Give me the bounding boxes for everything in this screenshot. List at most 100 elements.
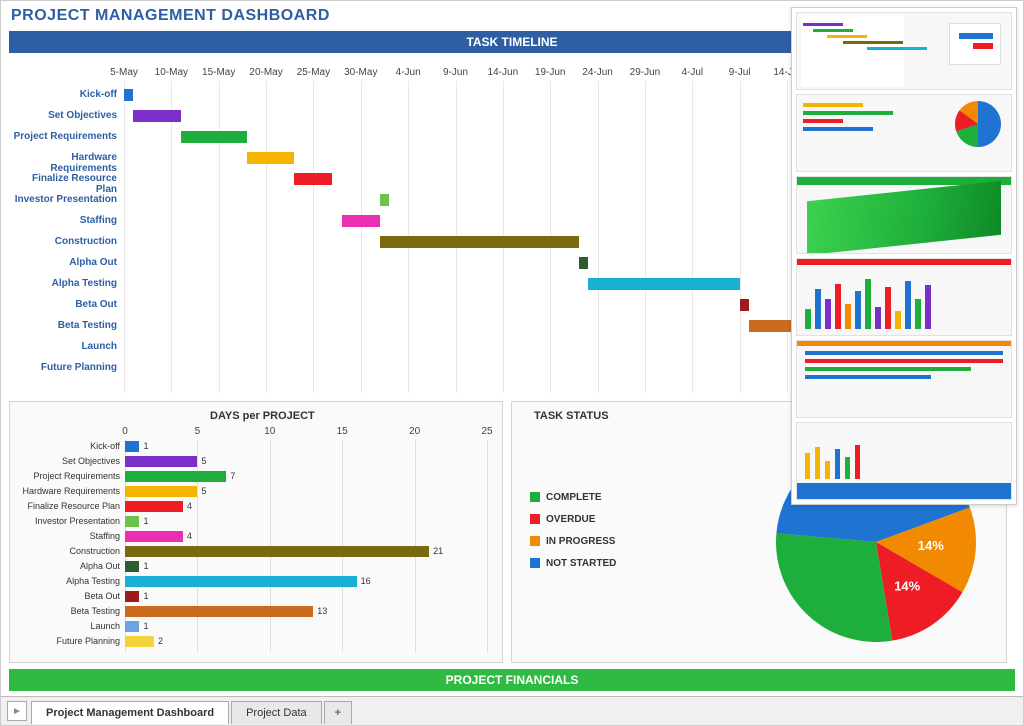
thumbnail[interactable] — [796, 12, 1012, 90]
gantt-bar[interactable] — [579, 257, 588, 269]
gantt-bar[interactable] — [380, 194, 389, 206]
days-bar[interactable] — [125, 456, 197, 467]
timeline-tick: 14-Jun — [488, 67, 519, 78]
days-value: 13 — [317, 606, 327, 616]
status-legend: COMPLETE OVERDUE IN PROGRESS NOT STARTED — [530, 487, 616, 575]
gantt-bar[interactable] — [588, 278, 740, 290]
tab-add[interactable]: + — [324, 701, 352, 724]
tab-project-data[interactable]: Project Data — [231, 701, 322, 724]
pie-slice[interactable] — [776, 533, 892, 642]
days-value: 4 — [187, 531, 192, 541]
timeline-tick: 30-May — [344, 67, 377, 78]
days-value: 16 — [361, 576, 371, 586]
timeline-tick: 10-May — [155, 67, 188, 78]
task-name: Kick-off — [9, 89, 117, 100]
days-row-name: Staffing — [15, 531, 120, 541]
timeline-tick: 4-Jul — [681, 67, 703, 78]
days-bar[interactable] — [125, 591, 139, 602]
days-bar[interactable] — [125, 621, 139, 632]
pie-label: 14% — [894, 579, 920, 594]
days-row-name: Kick-off — [15, 441, 120, 451]
task-name: Staffing — [9, 215, 117, 226]
days-bar[interactable] — [125, 606, 313, 617]
task-name: Project Requirements — [9, 131, 117, 142]
days-axis-tick: 25 — [481, 426, 492, 437]
days-value: 2 — [158, 636, 163, 646]
gantt-bar[interactable] — [133, 110, 180, 122]
tab-dashboard[interactable]: Project Management Dashboard — [31, 701, 229, 724]
task-name: Set Objectives — [9, 110, 117, 121]
legend-overdue: OVERDUE — [530, 509, 616, 531]
thumbnail[interactable] — [796, 94, 1012, 172]
timeline-tick: 9-Jul — [729, 67, 751, 78]
days-bar[interactable] — [125, 531, 183, 542]
timeline-tick: 15-May — [202, 67, 235, 78]
timeline-tick: 19-Jun — [535, 67, 566, 78]
days-value: 5 — [201, 486, 206, 496]
days-value: 4 — [187, 501, 192, 511]
task-name: Beta Testing — [9, 320, 117, 331]
days-bar[interactable] — [125, 636, 154, 647]
legend-in-progress: IN PROGRESS — [530, 531, 616, 553]
thumbnail[interactable] — [796, 258, 1012, 336]
task-name: Beta Out — [9, 299, 117, 310]
days-row-name: Construction — [15, 546, 120, 556]
days-bar[interactable] — [125, 516, 139, 527]
legend-not-started: NOT STARTED — [530, 553, 616, 575]
timeline-tick: 4-Jun — [396, 67, 421, 78]
days-axis-tick: 5 — [195, 426, 201, 437]
gantt-bar[interactable] — [247, 152, 294, 164]
days-value: 1 — [143, 591, 148, 601]
gantt-bar[interactable] — [124, 89, 133, 101]
thumbnail[interactable] — [796, 176, 1012, 254]
days-bar[interactable] — [125, 471, 226, 482]
days-value: 1 — [143, 621, 148, 631]
timeline-tick: 24-Jun — [582, 67, 613, 78]
task-name: Launch — [9, 341, 117, 352]
financials-header: PROJECT FINANCIALS — [9, 669, 1015, 691]
days-row-name: Alpha Out — [15, 561, 120, 571]
days-value: 1 — [143, 516, 148, 526]
days-bar[interactable] — [125, 561, 139, 572]
days-value: 1 — [143, 441, 148, 451]
pie-label: 14% — [918, 538, 944, 553]
gantt-bar[interactable] — [380, 236, 579, 248]
legend-complete: COMPLETE — [530, 487, 616, 509]
days-panel-title: DAYS per PROJECT — [210, 410, 315, 422]
days-axis-tick: 20 — [409, 426, 420, 437]
days-bars: 0510152025Kick-off1Set Objectives5Projec… — [125, 440, 487, 652]
days-axis-tick: 15 — [337, 426, 348, 437]
days-value: 7 — [230, 471, 235, 481]
days-row-name: Finalize Resource Plan — [15, 501, 120, 511]
thumbnail[interactable] — [796, 422, 1012, 500]
days-row-name: Project Requirements — [15, 471, 120, 481]
days-row-name: Beta Out — [15, 591, 120, 601]
gantt-bar[interactable] — [181, 131, 247, 143]
days-row-name: Beta Testing — [15, 606, 120, 616]
gantt-bar[interactable] — [294, 173, 332, 185]
days-bar[interactable] — [125, 441, 139, 452]
days-bar[interactable] — [125, 486, 197, 497]
status-panel-title: TASK STATUS — [534, 410, 609, 422]
days-value: 21 — [433, 546, 443, 556]
days-row-name: Future Planning — [15, 636, 120, 646]
tab-nav-prev-icon[interactable]: ► — [7, 701, 27, 721]
timeline-tick: 20-May — [249, 67, 282, 78]
task-name: Construction — [9, 236, 117, 247]
timeline-tick: 5-May — [110, 67, 138, 78]
timeline-tick: 29-Jun — [630, 67, 661, 78]
dashboard-page: PROJECT MANAGEMENT DASHBOARD TASK TIMELI… — [0, 0, 1024, 726]
days-bar[interactable] — [125, 546, 429, 557]
gantt-bar[interactable] — [342, 215, 380, 227]
gantt-bar[interactable] — [740, 299, 749, 311]
timeline-tick: 25-May — [297, 67, 330, 78]
days-row-name: Alpha Testing — [15, 576, 120, 586]
days-axis-tick: 0 — [122, 426, 128, 437]
days-bar[interactable] — [125, 501, 183, 512]
template-thumbnails[interactable] — [791, 7, 1017, 505]
sheet-tabs: ► Project Management Dashboard Project D… — [1, 696, 1023, 725]
days-per-project-panel: DAYS per PROJECT 0510152025Kick-off1Set … — [9, 401, 503, 663]
days-bar[interactable] — [125, 576, 357, 587]
thumbnail[interactable] — [796, 340, 1012, 418]
days-row-name: Investor Presentation — [15, 516, 120, 526]
